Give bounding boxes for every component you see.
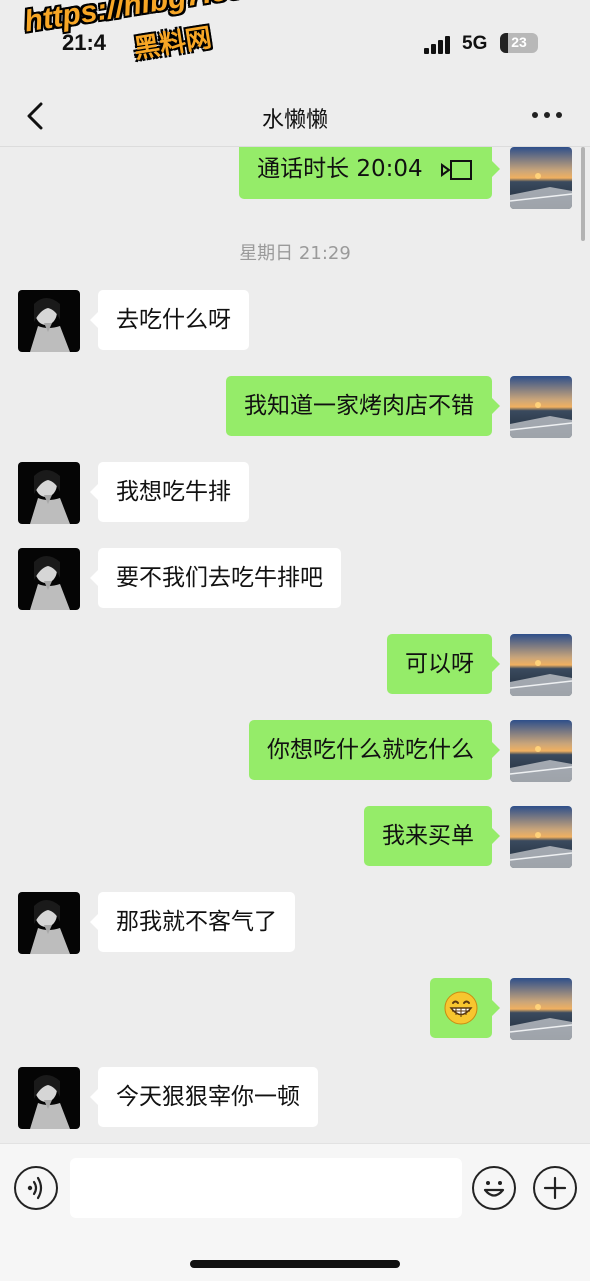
video-call-icon	[441, 159, 472, 180]
voice-input-button[interactable]	[14, 1166, 58, 1210]
my-avatar[interactable]	[510, 147, 572, 209]
received-message-bubble[interactable]: 我想吃牛排	[90, 462, 249, 522]
my-avatar[interactable]	[510, 720, 572, 782]
status-time: 21:4	[62, 30, 107, 55]
call-duration-text: 通话时长 20:04	[257, 156, 423, 182]
smiley-icon	[483, 1181, 505, 1197]
sent-message-bubble[interactable]: 我知道一家烤肉店不错	[226, 376, 500, 436]
scrollbar[interactable]	[581, 147, 585, 241]
received-message-bubble[interactable]: 去吃什么呀	[90, 290, 249, 350]
more-actions-button[interactable]	[533, 1166, 577, 1210]
home-indicator[interactable]	[190, 1260, 400, 1268]
contact-avatar[interactable]	[18, 548, 80, 610]
battery-level: 23	[511, 34, 527, 50]
input-bar	[0, 1143, 590, 1281]
my-avatar[interactable]	[510, 978, 572, 1040]
sent-message-bubble[interactable]	[430, 978, 500, 1038]
my-avatar[interactable]	[510, 806, 572, 868]
my-avatar[interactable]	[510, 634, 572, 696]
chat-header: 水懒懒	[0, 88, 590, 147]
received-message-bubble[interactable]: 今天狠狠宰你一顿	[90, 1067, 318, 1127]
network-type: 5G	[462, 33, 488, 54]
sent-message-bubble[interactable]: 你想吃什么就吃什么	[249, 720, 500, 780]
chat-list[interactable]: 通话时长 20:04 星期日 21:29 去吃什么呀 我知道一家烤肉店不错 我想…	[0, 147, 590, 1143]
contact-avatar[interactable]	[18, 892, 80, 954]
emoji-button[interactable]	[472, 1166, 516, 1210]
sent-message-bubble[interactable]: 我来买单	[364, 806, 500, 866]
more-options-icon[interactable]	[532, 112, 564, 122]
sent-message-bubble[interactable]: 可以呀	[387, 634, 500, 694]
call-record-message: 通话时长 20:04	[0, 147, 590, 209]
contact-avatar[interactable]	[18, 462, 80, 524]
received-message-bubble[interactable]: 那我就不客气了	[90, 892, 295, 952]
chat-title: 水懒懒	[261, 108, 328, 133]
cellular-signal-icon	[424, 36, 450, 54]
my-avatar[interactable]	[510, 376, 572, 438]
message-input[interactable]	[70, 1158, 462, 1218]
grinning-face-emoji	[444, 991, 478, 1025]
message-timestamp: 星期日 21:29	[239, 243, 351, 264]
battery-icon: 23	[500, 33, 538, 53]
contact-avatar[interactable]	[18, 1067, 80, 1129]
voice-icon	[27, 1176, 43, 1200]
plus-icon	[543, 1176, 567, 1200]
contact-avatar[interactable]	[18, 290, 80, 352]
call-record-bubble[interactable]: 通话时长 20:04	[239, 147, 500, 199]
received-message-bubble[interactable]: 要不我们去吃牛排吧	[90, 548, 341, 608]
